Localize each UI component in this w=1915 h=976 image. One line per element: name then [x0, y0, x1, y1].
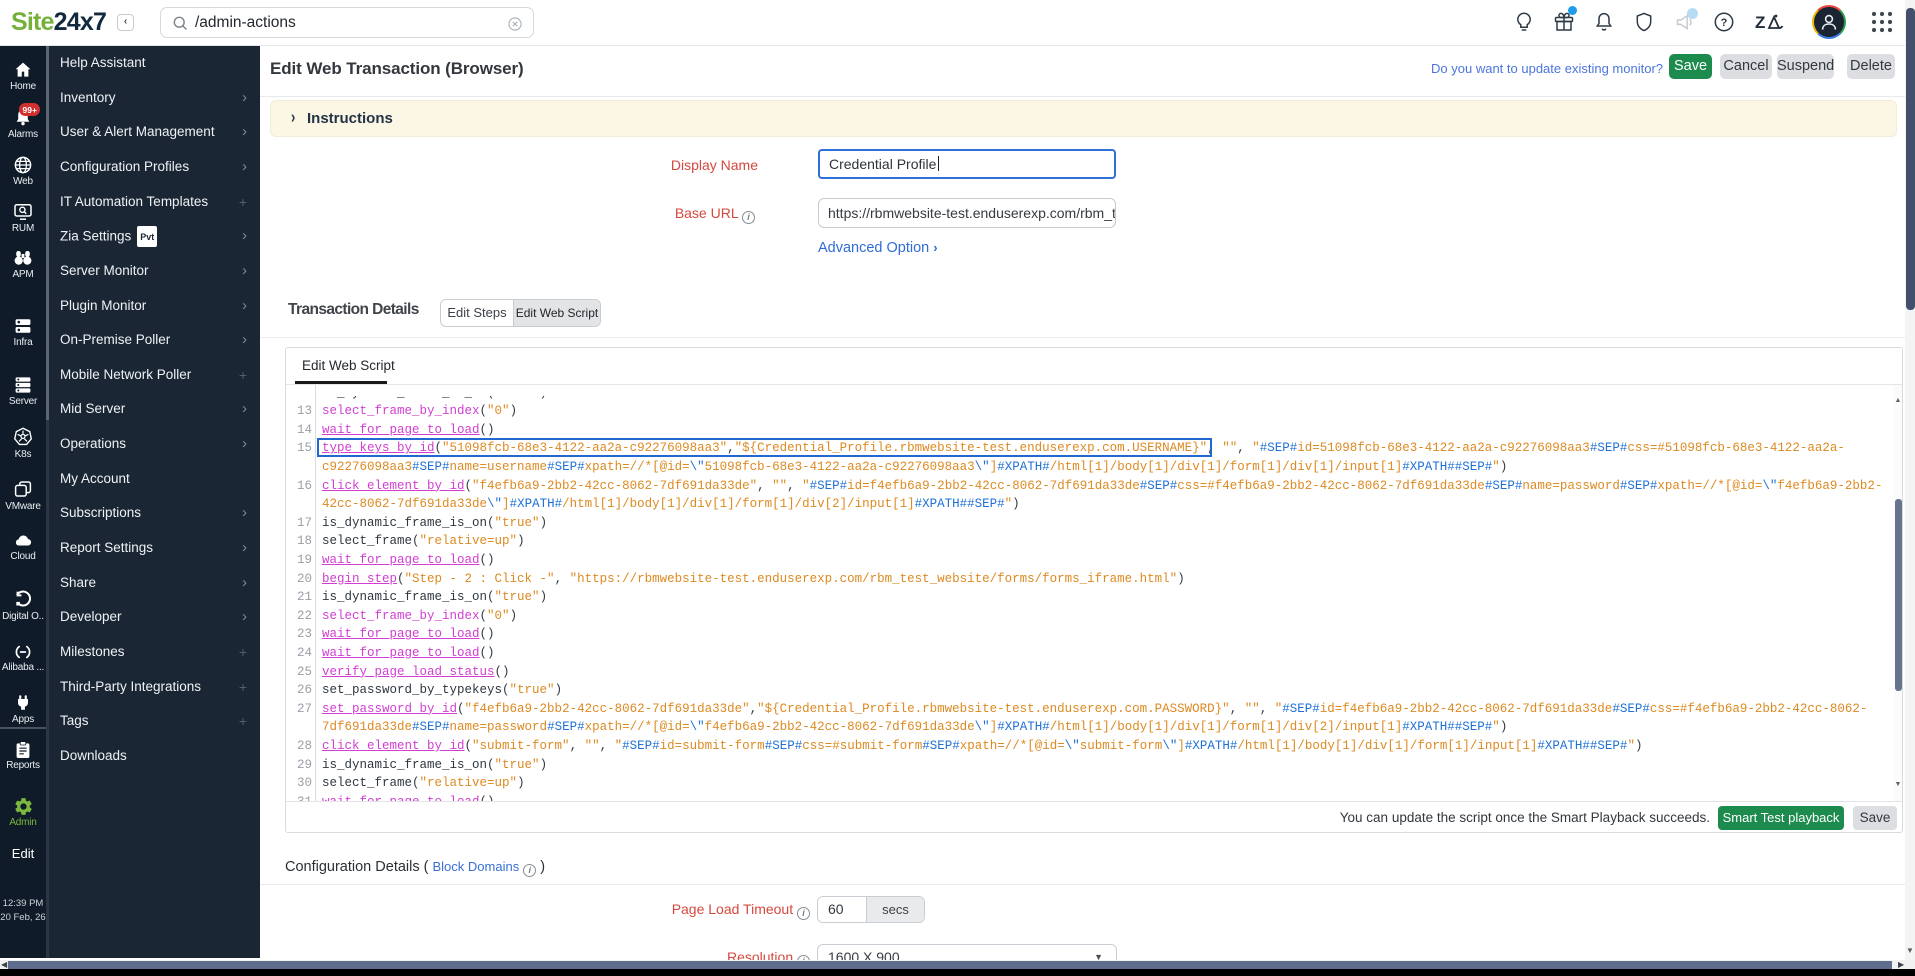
svg-text:Z: Z [1755, 13, 1765, 32]
svg-text:?: ? [1721, 17, 1728, 29]
